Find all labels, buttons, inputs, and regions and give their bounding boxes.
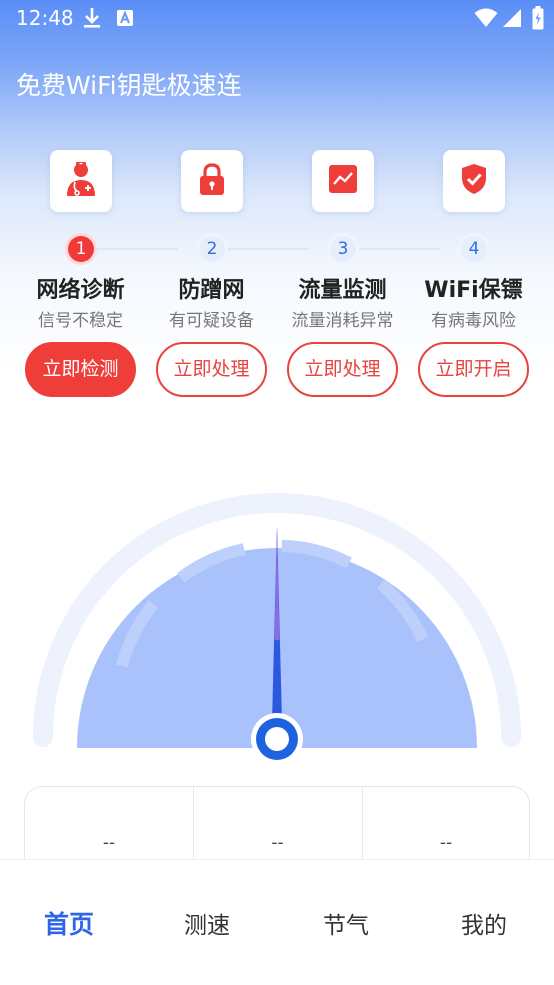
step-number: 1 — [68, 236, 94, 262]
feature-icon-box[interactable] — [50, 150, 112, 212]
feature-icon-box[interactable] — [181, 150, 243, 212]
step-number: 4 — [461, 236, 487, 262]
handle-now-button[interactable]: 立即处理 — [287, 342, 398, 397]
speed-result-value: -- — [439, 833, 453, 853]
app-title: 免费WiFi钥匙极速连 — [16, 71, 242, 100]
tab-speed-test[interactable]: 测速 — [138, 906, 276, 940]
enable-now-button[interactable]: 立即开启 — [418, 342, 529, 397]
download-icon — [82, 6, 102, 34]
shield-check-icon — [459, 162, 489, 200]
doctor-icon — [64, 160, 98, 202]
step-number: 3 — [330, 236, 356, 262]
feature-title: 网络诊断 — [36, 278, 125, 303]
feature-icon-box[interactable] — [443, 150, 505, 212]
signal-icon — [502, 8, 522, 32]
feature-subtitle: 有可疑设备 — [169, 311, 254, 331]
status-time: 12:48 — [16, 6, 74, 30]
battery-icon — [532, 6, 544, 34]
feature-traffic-monitor: 3 流量监测 流量消耗异常 立即处理 — [277, 150, 408, 410]
speed-result-value: -- — [271, 833, 284, 853]
feature-icon-box[interactable] — [312, 150, 374, 212]
lock-icon — [197, 162, 227, 200]
feature-subtitle: 信号不稳定 — [38, 311, 123, 331]
feature-title: 流量监测 — [298, 278, 387, 303]
feature-title: 防蹭网 — [178, 278, 245, 303]
tab-home[interactable]: 首页 — [0, 905, 138, 941]
feature-anti-freeloader: 2 防蹭网 有可疑设备 立即处理 — [146, 150, 277, 410]
tab-profile[interactable]: 我的 — [415, 906, 553, 940]
status-bar: 12:48 — [0, 0, 554, 38]
bottom-tab-bar: 首页 测速 节气 我的 — [0, 859, 554, 985]
speed-result-value: -- — [102, 833, 116, 853]
app-store-icon — [116, 9, 134, 31]
handle-now-button[interactable]: 立即处理 — [156, 342, 267, 397]
feature-subtitle: 有病毒风险 — [431, 311, 516, 331]
detect-now-button[interactable]: 立即检测 — [25, 342, 136, 397]
tab-solar-terms[interactable]: 节气 — [277, 906, 415, 940]
speed-gauge — [0, 490, 554, 784]
feature-title: WiFi保镖 — [424, 278, 523, 303]
chart-icon — [328, 164, 358, 198]
feature-wifi-guard: 4 WiFi保镖 有病毒风险 立即开启 — [408, 150, 539, 410]
feature-network-diagnosis: 1 网络诊断 信号不稳定 立即检测 — [15, 150, 146, 410]
wifi-icon — [474, 8, 498, 32]
step-number: 2 — [199, 236, 225, 262]
feature-subtitle: 流量消耗异常 — [291, 311, 394, 331]
